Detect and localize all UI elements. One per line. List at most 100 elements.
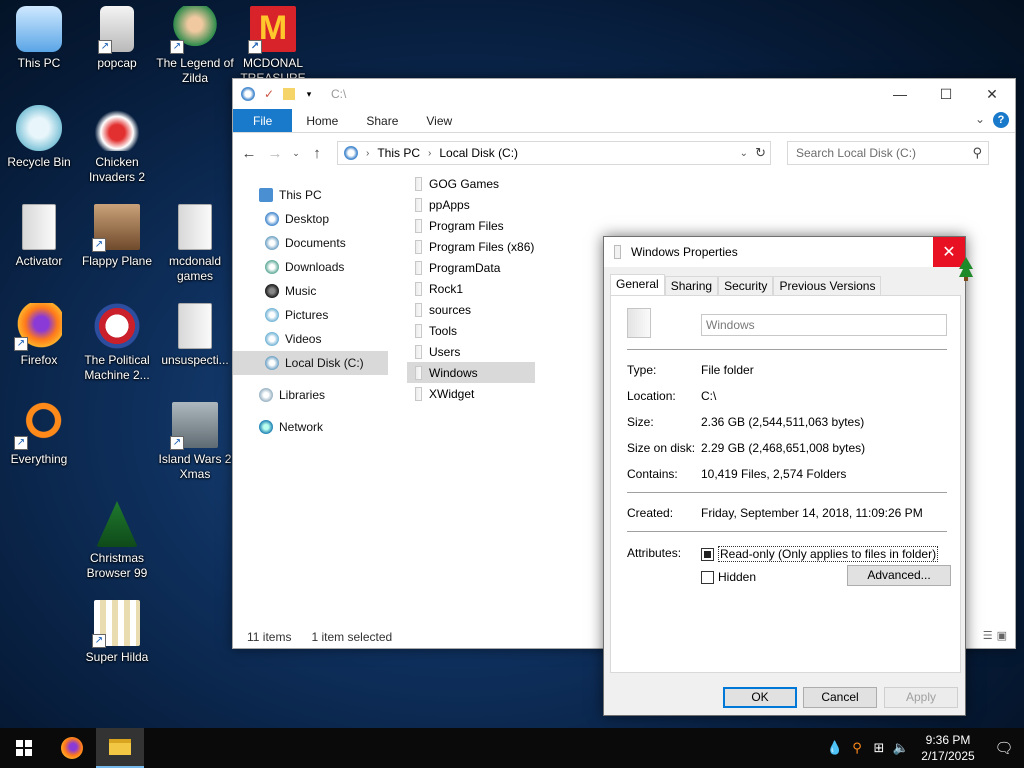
maximize-button[interactable]: ☐ — [923, 79, 969, 109]
firefox-icon — [61, 737, 83, 759]
list-item[interactable]: Rock1 — [407, 278, 535, 299]
firefox-icon: ↗ — [14, 303, 62, 351]
list-item-selected[interactable]: Windows — [407, 362, 535, 383]
details-view-icon[interactable]: ☰ — [983, 629, 993, 642]
list-item[interactable]: XWidget — [407, 383, 535, 404]
hidden-checkbox[interactable]: Hidden — [701, 570, 756, 584]
desktop-icon-everything[interactable]: ↗ Everything — [0, 402, 78, 467]
breadcrumb-local-disk[interactable]: Local Disk (C:) — [439, 146, 518, 160]
refresh-icon[interactable]: ↻ — [755, 145, 766, 161]
customize-toolbar-icon[interactable]: ▾ — [301, 86, 317, 102]
forward-button[interactable]: → — [265, 145, 285, 162]
nav-item-music[interactable]: Music — [233, 279, 393, 303]
nav-item-this-pc[interactable]: This PC — [233, 183, 393, 207]
nav-item-libraries[interactable]: Libraries — [233, 383, 393, 407]
readonly-checkbox[interactable]: Read-only (Only applies to files in fold… — [701, 546, 939, 562]
nav-item-local-disk[interactable]: Local Disk (C:) — [233, 351, 388, 375]
taskbar-firefox[interactable] — [48, 728, 96, 768]
tab-general[interactable]: General — [610, 274, 665, 295]
shortcut-arrow-icon: ↗ — [92, 634, 106, 648]
chevron-right-icon[interactable]: › — [428, 148, 431, 159]
checkbox[interactable] — [701, 570, 714, 584]
up-button[interactable]: ↑ — [307, 145, 327, 162]
list-item[interactable]: ProgramData — [407, 257, 535, 278]
nav-item-network[interactable]: Network — [233, 415, 393, 439]
minimize-button[interactable]: — — [877, 79, 923, 109]
folder-icon — [415, 365, 422, 380]
nav-item-videos[interactable]: Videos — [233, 327, 393, 351]
divider — [627, 492, 947, 493]
tab-file[interactable]: File — [233, 109, 293, 132]
list-item[interactable]: Program Files — [407, 215, 535, 236]
list-item[interactable]: ppApps — [407, 194, 535, 215]
desktop-icon-island-wars-2[interactable]: ↗ Island Wars 2 Xmas — [156, 402, 234, 482]
desktop-icon-firefox[interactable]: ↗ Firefox — [0, 303, 78, 368]
row-key: Size on disk: — [627, 441, 696, 455]
desktop-icon-super-hilda[interactable]: ↗ Super Hilda — [78, 600, 156, 665]
tab-sharing[interactable]: Sharing — [664, 276, 719, 295]
desktop-icon-political-machine[interactable]: The Political Machine 2... — [78, 303, 156, 383]
chevron-down-icon[interactable]: ⌄ — [740, 148, 748, 159]
start-button[interactable] — [0, 728, 48, 768]
notification-icon[interactable]: 🗨 — [984, 739, 1024, 757]
desktop-icon-mcdonal-treasure[interactable]: M ↗ MCDONAL TREASURE — [234, 6, 312, 80]
tab-share[interactable]: Share — [352, 109, 412, 132]
row-value: 2.36 GB (2,544,511,063 bytes) — [701, 415, 865, 429]
droplet-icon[interactable]: 💧 — [824, 740, 846, 756]
search-input[interactable]: Search Local Disk (C:) ⚲ — [787, 141, 989, 165]
tab-previous-versions[interactable]: Previous Versions — [773, 276, 882, 295]
tab-home[interactable]: Home — [292, 109, 352, 132]
item-count: 11 items — [247, 630, 292, 644]
desktop-icon-this-pc[interactable]: This PC — [0, 6, 78, 71]
desktop-icon-christmas-browser[interactable]: Christmas Browser 99 — [78, 501, 156, 581]
breadcrumb-this-pc[interactable]: This PC — [377, 146, 420, 160]
advanced-button[interactable]: Advanced... — [847, 565, 951, 586]
desktop-icon-legend-of-zilda[interactable]: ↗ The Legend of Zilda — [156, 6, 234, 86]
nav-item-documents[interactable]: Documents — [233, 231, 393, 255]
new-folder-icon[interactable] — [283, 88, 295, 100]
nav-item-desktop[interactable]: Desktop — [233, 207, 393, 231]
list-item[interactable]: sources — [407, 299, 535, 320]
list-item[interactable]: Users — [407, 341, 535, 362]
nav-item-pictures[interactable]: Pictures — [233, 303, 393, 327]
taskbar-file-explorer[interactable] — [96, 728, 144, 768]
list-item[interactable]: Program Files (x86) — [407, 236, 535, 257]
address-bar[interactable]: › This PC › Local Disk (C:) ⌄ ↻ — [337, 141, 771, 165]
chevron-right-icon[interactable]: › — [366, 148, 369, 159]
row-value: 2.29 GB (2,468,651,008 bytes) — [701, 441, 866, 455]
recent-locations-icon[interactable]: ⌄ — [291, 148, 301, 159]
help-icon[interactable]: ? — [993, 112, 1009, 128]
tab-security[interactable]: Security — [718, 276, 774, 295]
apply-button[interactable]: Apply — [884, 687, 958, 708]
desktop-icon-label: This PC — [17, 56, 61, 70]
tab-view[interactable]: View — [412, 109, 466, 132]
network-icon — [259, 420, 273, 434]
list-item[interactable]: GOG Games — [407, 173, 535, 194]
desktop-icon-chicken-invaders-2[interactable]: Chicken Invaders 2 — [78, 105, 156, 185]
properties-icon[interactable]: ✓ — [261, 86, 277, 102]
dialog-title-bar[interactable]: Windows Properties ✕ — [604, 237, 965, 267]
large-icons-view-icon[interactable]: ▣ — [997, 629, 1007, 642]
folder-name-field[interactable]: Windows — [701, 314, 947, 336]
close-button[interactable]: ✕ — [969, 79, 1015, 109]
back-button[interactable]: ← — [239, 145, 259, 162]
ok-button[interactable]: OK — [723, 687, 797, 708]
checkbox-indeterminate[interactable] — [701, 547, 714, 561]
network-icon[interactable]: ⊞ — [868, 740, 890, 756]
desktop-icon-recycle-bin[interactable]: Recycle Bin — [0, 105, 78, 170]
clock[interactable]: 9:36 PM 2/17/2025 — [912, 732, 984, 764]
desktop-icon-mcdonald-games[interactable]: mcdonald games — [156, 204, 234, 284]
everything-search-icon[interactable]: ⚲ — [846, 740, 868, 756]
expand-ribbon-icon[interactable]: ⌄ — [975, 112, 985, 128]
desktop-icon-popcap[interactable]: ↗ popcap — [78, 6, 156, 71]
volume-icon[interactable]: 🔈 — [890, 740, 912, 756]
cancel-button[interactable]: Cancel — [803, 687, 877, 708]
file-name: Windows — [429, 365, 478, 380]
desktop-icon-activator[interactable]: Activator — [0, 204, 78, 269]
nav-item-downloads[interactable]: Downloads — [233, 255, 393, 279]
desktop-icon-label: Island Wars 2 Xmas — [158, 452, 232, 481]
desktop-icon-unsuspecting[interactable]: unsuspecti... — [156, 303, 234, 368]
list-item[interactable]: Tools — [407, 320, 535, 341]
desktop-icon-flappy-plane[interactable]: ↗ Flappy Plane — [78, 204, 156, 269]
title-bar[interactable]: ✓ ▾ C:\ — ☐ ✕ — [233, 79, 1015, 109]
